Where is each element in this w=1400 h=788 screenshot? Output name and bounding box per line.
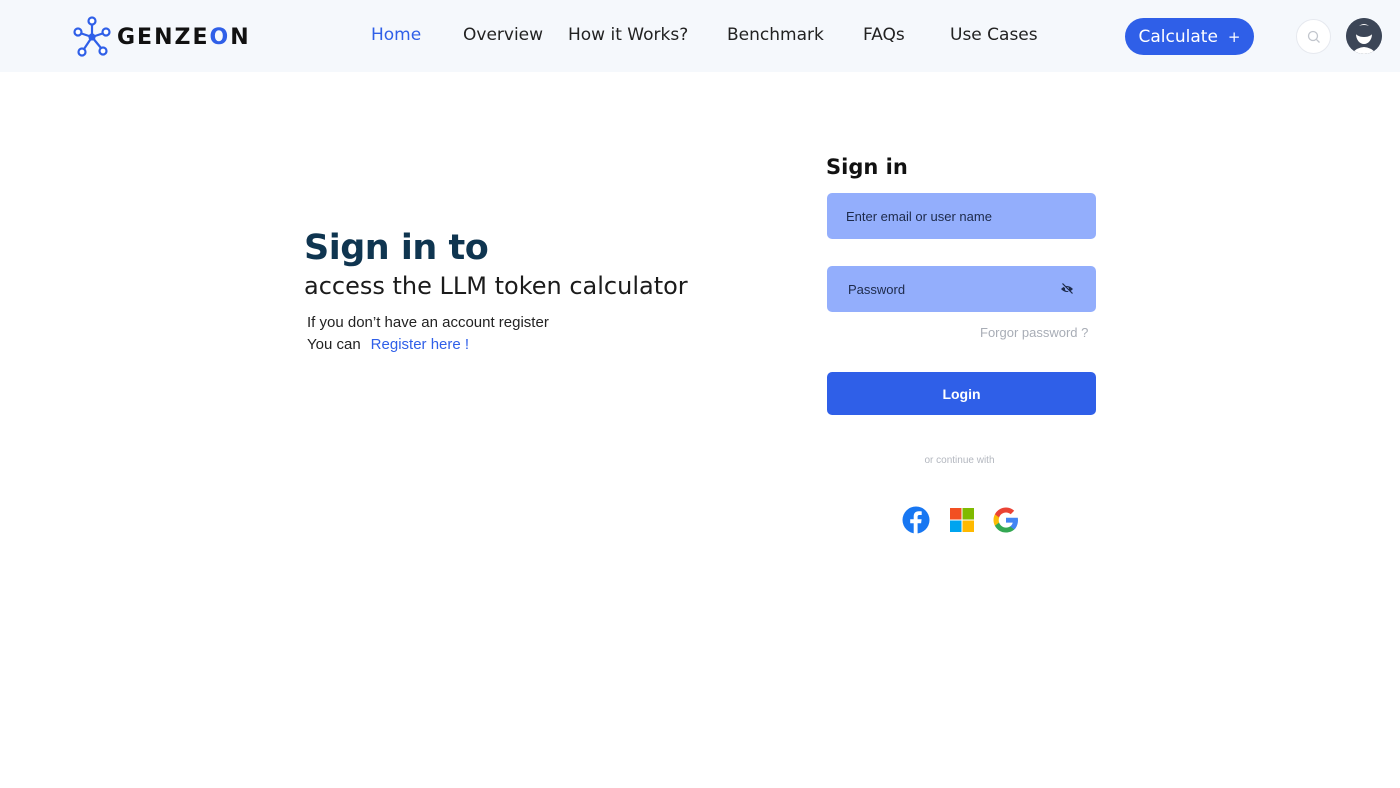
nav-how-it-works[interactable]: How it Works?: [568, 25, 688, 45]
google-icon[interactable]: [992, 506, 1020, 534]
form-title: Sign in: [826, 155, 908, 179]
brand-name-accent: O: [209, 24, 231, 50]
calculate-button[interactable]: Calculate +: [1125, 18, 1254, 55]
nav-faqs[interactable]: FAQs: [863, 25, 905, 45]
genzeon-molecule-icon: [73, 16, 111, 57]
nav-use-cases[interactable]: Use Cases: [950, 25, 1038, 45]
plus-icon: +: [1227, 27, 1241, 46]
email-field[interactable]: [827, 193, 1096, 239]
facebook-icon[interactable]: [902, 506, 930, 534]
register-link[interactable]: Register here !: [371, 336, 469, 353]
brand-logo[interactable]: GENZEON: [73, 16, 251, 58]
forgot-password-link[interactable]: Forgor password ?: [980, 325, 1088, 340]
brand-name: GENZEON: [117, 25, 251, 50]
search-button[interactable]: [1296, 19, 1331, 54]
eye-slash-icon[interactable]: [1060, 282, 1074, 296]
nav-benchmark[interactable]: Benchmark: [727, 25, 824, 45]
top-header: GENZEON Home Overview How it Works? Benc…: [0, 0, 1400, 72]
user-avatar[interactable]: [1346, 18, 1382, 54]
nav-home[interactable]: Home: [371, 25, 421, 45]
hero-title: Sign in to: [304, 228, 489, 268]
register-hint: If you don’t have an account register: [307, 314, 549, 331]
login-button[interactable]: Login: [827, 372, 1096, 415]
register-prefix: You can: [307, 336, 361, 353]
brand-name-part: GENZE: [117, 24, 210, 50]
password-field[interactable]: [827, 266, 1096, 312]
search-icon: [1307, 30, 1320, 43]
nav-overview[interactable]: Overview: [463, 25, 543, 45]
register-line: You can Register here !: [307, 336, 469, 353]
avatar-icon: [1346, 18, 1382, 54]
password-wrapper: [827, 266, 1096, 312]
hero-subtitle: access the LLM token calculator: [304, 272, 688, 300]
brand-name-part: N: [230, 24, 251, 50]
continue-with-label: or continue with: [924, 455, 995, 466]
microsoft-icon[interactable]: [948, 506, 976, 534]
calculate-button-label: Calculate: [1138, 26, 1218, 47]
